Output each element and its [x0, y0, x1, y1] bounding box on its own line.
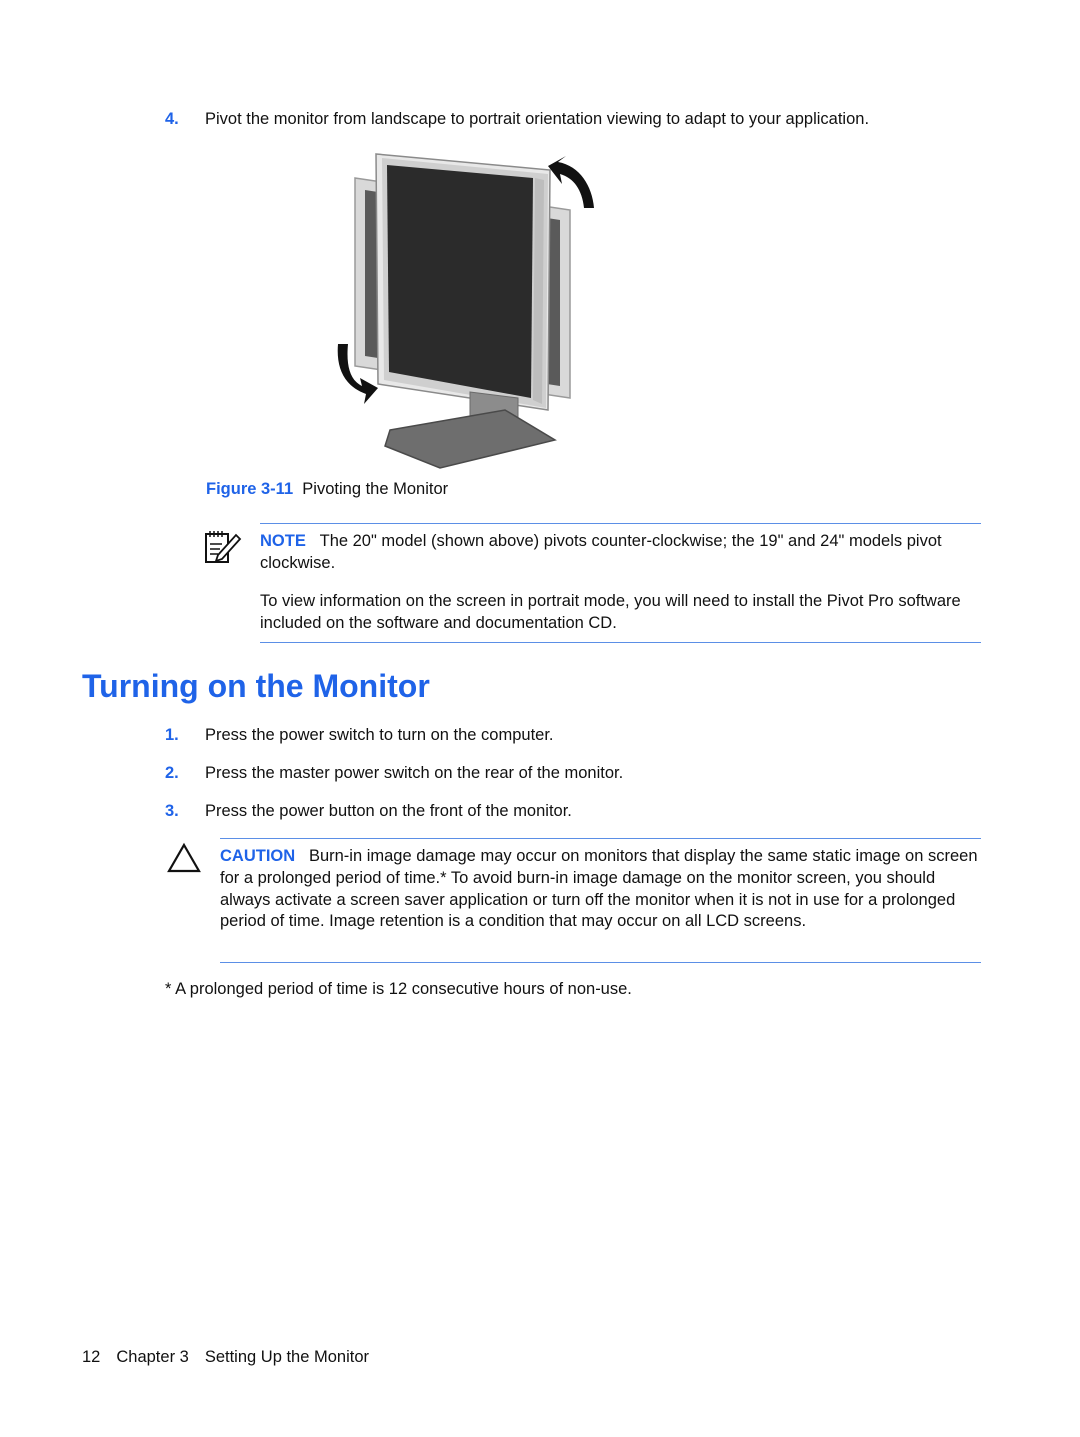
chapter-title: Setting Up the Monitor [204, 1348, 369, 1366]
step-text: Press the power switch to turn on the co… [205, 726, 554, 744]
chapter-label: Chapter 3 [116, 1348, 189, 1366]
step-text: Press the power button on the front of t… [205, 802, 572, 820]
figure-caption-text: Pivoting the Monitor [302, 480, 449, 498]
rotate-arrow-top-icon [548, 156, 594, 208]
stand-base [384, 409, 557, 469]
figure-caption: Figure 3-11 Pivoting the Monitor [206, 480, 448, 499]
step-number: 2. [165, 764, 179, 782]
section-heading: Turning on the Monitor [82, 668, 430, 704]
page-number: 12 [82, 1348, 101, 1366]
note-bottom-rule [260, 642, 981, 643]
note-paragraph-2: To view information on the screen in por… [260, 592, 961, 632]
note-top-rule [260, 523, 981, 524]
note-label: NOTE [260, 532, 306, 550]
note-pencil-icon [205, 531, 242, 563]
monitor-pivot-illustration [337, 153, 594, 469]
caution-text: CAUTION Burn-in image damage may occur o… [220, 846, 982, 933]
step-number: 3. [165, 802, 179, 820]
caution-triangle-icon [167, 842, 201, 873]
note-body: The 20" model (shown above) pivots count… [260, 532, 942, 572]
step-text: Press the master power switch on the rea… [205, 764, 624, 782]
front-monitor [375, 153, 551, 411]
caution-top-rule [220, 838, 981, 839]
footnote: * A prolonged period of time is 12 conse… [165, 980, 632, 998]
step-text: Pivot the monitor from landscape to port… [205, 110, 870, 128]
caution-label: CAUTION [220, 847, 296, 865]
figure-label: Figure 3-11 [206, 480, 294, 498]
step-number: 1. [165, 726, 179, 744]
page-footer: 12 Chapter 3 Setting Up the Monitor [82, 1348, 385, 1367]
step-number: 4. [165, 110, 179, 128]
caution-bottom-rule [220, 962, 981, 963]
note-text: NOTE The 20" model (shown above) pivots … [260, 531, 982, 575]
caution-body: Burn-in image damage may occur on monito… [220, 847, 978, 931]
